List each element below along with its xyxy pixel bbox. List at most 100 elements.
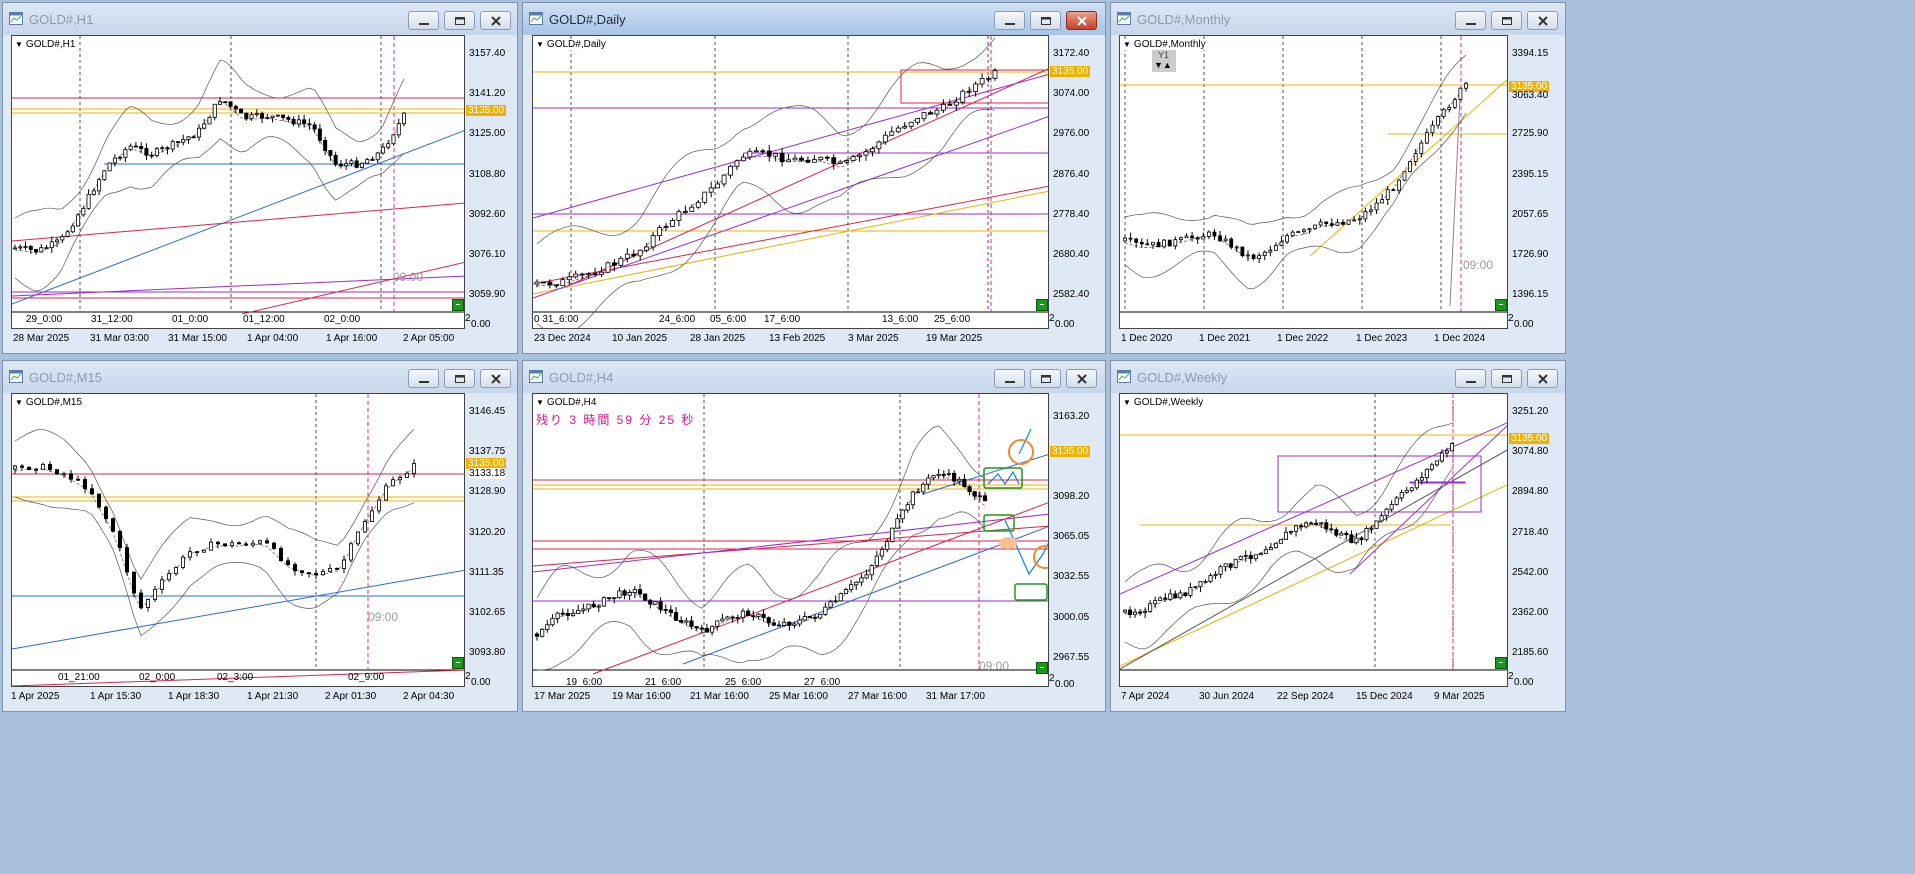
price-axis[interactable]: 3163.20 3135.00 3098.20 3065.05 3032.55 …	[1049, 393, 1105, 690]
minimize-button[interactable]	[994, 369, 1025, 388]
chart-plot-area[interactable]: ▼ GOLD#,Monthly Y1 ▼▲ 09:00	[1119, 35, 1508, 329]
candle-body	[952, 472, 957, 482]
candle-body	[653, 601, 658, 605]
candle-body	[1319, 522, 1324, 525]
one-click-trading-icon[interactable]	[1495, 657, 1507, 669]
candle-body	[196, 127, 201, 138]
chart-plot-area[interactable]: ▼ GOLD#,Weekly	[1119, 393, 1508, 687]
chart-plot-area[interactable]: ▼ GOLD#,H4 残り 3 時間 59 分 25 秒 09:00 19_6:0…	[532, 393, 1049, 687]
one-click-trading-icon[interactable]	[1495, 299, 1507, 311]
minimize-button[interactable]	[1455, 369, 1486, 388]
minimize-button[interactable]	[994, 11, 1025, 30]
restore-button[interactable]	[444, 369, 475, 388]
chart-window-h1[interactable]: GOLD#,H1 ▼ GOLD#,H1 09:00 29_0:00 31_12:0…	[2, 2, 518, 354]
candle-body	[982, 495, 988, 502]
chart-window-monthly[interactable]: GOLD#,Monthly ▼ GOLD#,Monthly Y1 ▼▲ 09:00…	[1110, 2, 1566, 354]
candle-body	[257, 540, 262, 544]
candle-body	[154, 148, 159, 156]
candle-body	[560, 612, 565, 615]
restore-button[interactable]	[1030, 369, 1061, 388]
price-axis-label: 2185.60	[1512, 647, 1549, 658]
candle-body	[1309, 522, 1314, 525]
one-click-trading-icon[interactable]	[452, 299, 464, 311]
price-axis-label: 2362.00	[1512, 607, 1549, 618]
time-axis[interactable]: 28 Mar 2025 31 Mar 03:00 31 Mar 15:00 1 …	[11, 329, 465, 351]
candle-body	[202, 123, 207, 129]
window-titlebar[interactable]: GOLD#,H1	[3, 3, 517, 35]
time-axis[interactable]: 23 Dec 2024 10 Jan 2025 28 Jan 2025 13 F…	[532, 329, 1049, 351]
window-titlebar[interactable]: GOLD#,Weekly	[1111, 361, 1565, 393]
candle-body	[715, 620, 720, 627]
candle-body	[617, 590, 622, 599]
candle-body	[1162, 239, 1167, 248]
close-button[interactable]	[1527, 369, 1558, 388]
time-axis[interactable]: 1 Dec 2020 1 Dec 2021 1 Dec 2022 1 Dec 2…	[1119, 329, 1508, 351]
restore-button[interactable]	[444, 11, 475, 30]
window-titlebar[interactable]: GOLD#,H4	[523, 361, 1105, 393]
candle-body	[207, 116, 212, 125]
candle-body	[797, 619, 802, 625]
restore-button[interactable]	[1491, 11, 1522, 30]
window-titlebar[interactable]: GOLD#,M15	[3, 361, 517, 393]
chart-window-daily[interactable]: GOLD#,Daily ▼ GOLD#,Daily 0 31_6:00 24_6:…	[522, 2, 1106, 354]
candle-body	[725, 616, 730, 620]
window-titlebar[interactable]: GOLD#,Monthly	[1111, 3, 1565, 35]
scroll-arrows-icon[interactable]: ▼▲	[1154, 60, 1172, 70]
candle-body	[1179, 237, 1183, 241]
price-axis[interactable]: 3394.15 3135.00 3063.40 2725.90 2395.15 …	[1508, 35, 1565, 330]
time-axis[interactable]: 7 Apr 2024 30 Jun 2024 22 Sep 2024 15 De…	[1119, 687, 1508, 709]
close-button[interactable]	[1527, 11, 1558, 30]
minimize-button[interactable]	[408, 369, 439, 388]
chart-window-h4[interactable]: GOLD#,H4 ▼ GOLD#,H4 残り 3 時間 59 分 25 秒 09:…	[522, 360, 1106, 712]
close-button[interactable]	[1066, 11, 1097, 30]
trend-line	[1120, 422, 1507, 595]
candle-body	[844, 160, 850, 163]
chart-plot-area[interactable]: ▼ GOLD#,H1 09:00 29_0:00 31_12:00 01_0:00…	[11, 35, 465, 329]
candle-body	[229, 542, 234, 546]
minimize-button[interactable]	[1455, 11, 1486, 30]
candle-body	[979, 78, 985, 85]
candle-body	[799, 157, 804, 161]
time-axis-label: 28 Mar 2025	[13, 333, 70, 344]
window-title: GOLD#,Monthly	[1137, 12, 1231, 27]
close-icon	[1537, 373, 1548, 384]
candle-body	[658, 601, 663, 610]
candle-body	[1439, 452, 1444, 462]
restore-icon	[1040, 374, 1051, 383]
time-tick: 27_6:00	[804, 677, 841, 687]
candle-body	[874, 555, 879, 567]
chart-window-m15[interactable]: GOLD#,M15 ▼ GOLD#,M15 09:00 01_21:00 02_0…	[2, 360, 518, 712]
price-axis-label: 1396.15	[1512, 289, 1549, 300]
restore-button[interactable]	[1030, 11, 1061, 30]
candle-body	[947, 103, 953, 106]
period-selector[interactable]: Y1 ▼▲	[1152, 50, 1176, 72]
price-axis[interactable]: 3146.45 3137.75 3135.00 3133.18 3128.90 …	[465, 393, 517, 688]
window-titlebar[interactable]: GOLD#,Daily	[523, 3, 1105, 35]
price-axis[interactable]: 3251.20 3135.00 3074.80 2894.80 2718.40 …	[1508, 393, 1565, 688]
close-button[interactable]	[1066, 369, 1097, 388]
candle-body	[1359, 537, 1364, 541]
restore-button[interactable]	[1491, 369, 1522, 388]
candle-body	[1391, 189, 1396, 192]
chart-window-weekly[interactable]: GOLD#,Weekly ▼ GOLD#,Weekly 3251.20 3135.…	[1110, 360, 1566, 712]
one-click-trading-icon[interactable]	[452, 657, 464, 669]
restore-icon	[1040, 16, 1051, 25]
close-button[interactable]	[480, 369, 511, 388]
chart-plot-area[interactable]: ▼ GOLD#,M15 09:00 01_21:00 02_0:00 02_3:0…	[11, 393, 465, 687]
time-axis[interactable]: 17 Mar 2025 19 Mar 16:00 21 Mar 16:00 25…	[532, 687, 1049, 709]
chart-plot-area[interactable]: ▼ GOLD#,Daily 0 31_6:00 24_6:00 05_6:00 1…	[532, 35, 1049, 329]
current-price-badge: 3135.00	[1509, 433, 1550, 444]
price-axis[interactable]: 3157.40 3141.20 3135.00 3125.00 3108.80 …	[465, 35, 517, 330]
close-button[interactable]	[480, 11, 511, 30]
restore-icon	[1501, 374, 1512, 383]
time-axis[interactable]: 1 Apr 2025 1 Apr 15:30 1 Apr 18:30 1 Apr…	[11, 687, 465, 709]
candle-body	[291, 118, 296, 125]
one-click-trading-icon[interactable]	[1036, 299, 1048, 311]
price-axis[interactable]: 3172.40 3135.00 3074.00 2976.00 2876.40 …	[1049, 35, 1105, 330]
time-axis-label: 22 Sep 2024	[1277, 691, 1334, 702]
one-click-trading-icon[interactable]	[1036, 662, 1048, 674]
price-axis-label: 3137.75	[469, 446, 506, 457]
candle-body	[317, 128, 322, 141]
minimize-button[interactable]	[408, 11, 439, 30]
time-axis-label: 27 Mar 16:00	[848, 691, 907, 702]
